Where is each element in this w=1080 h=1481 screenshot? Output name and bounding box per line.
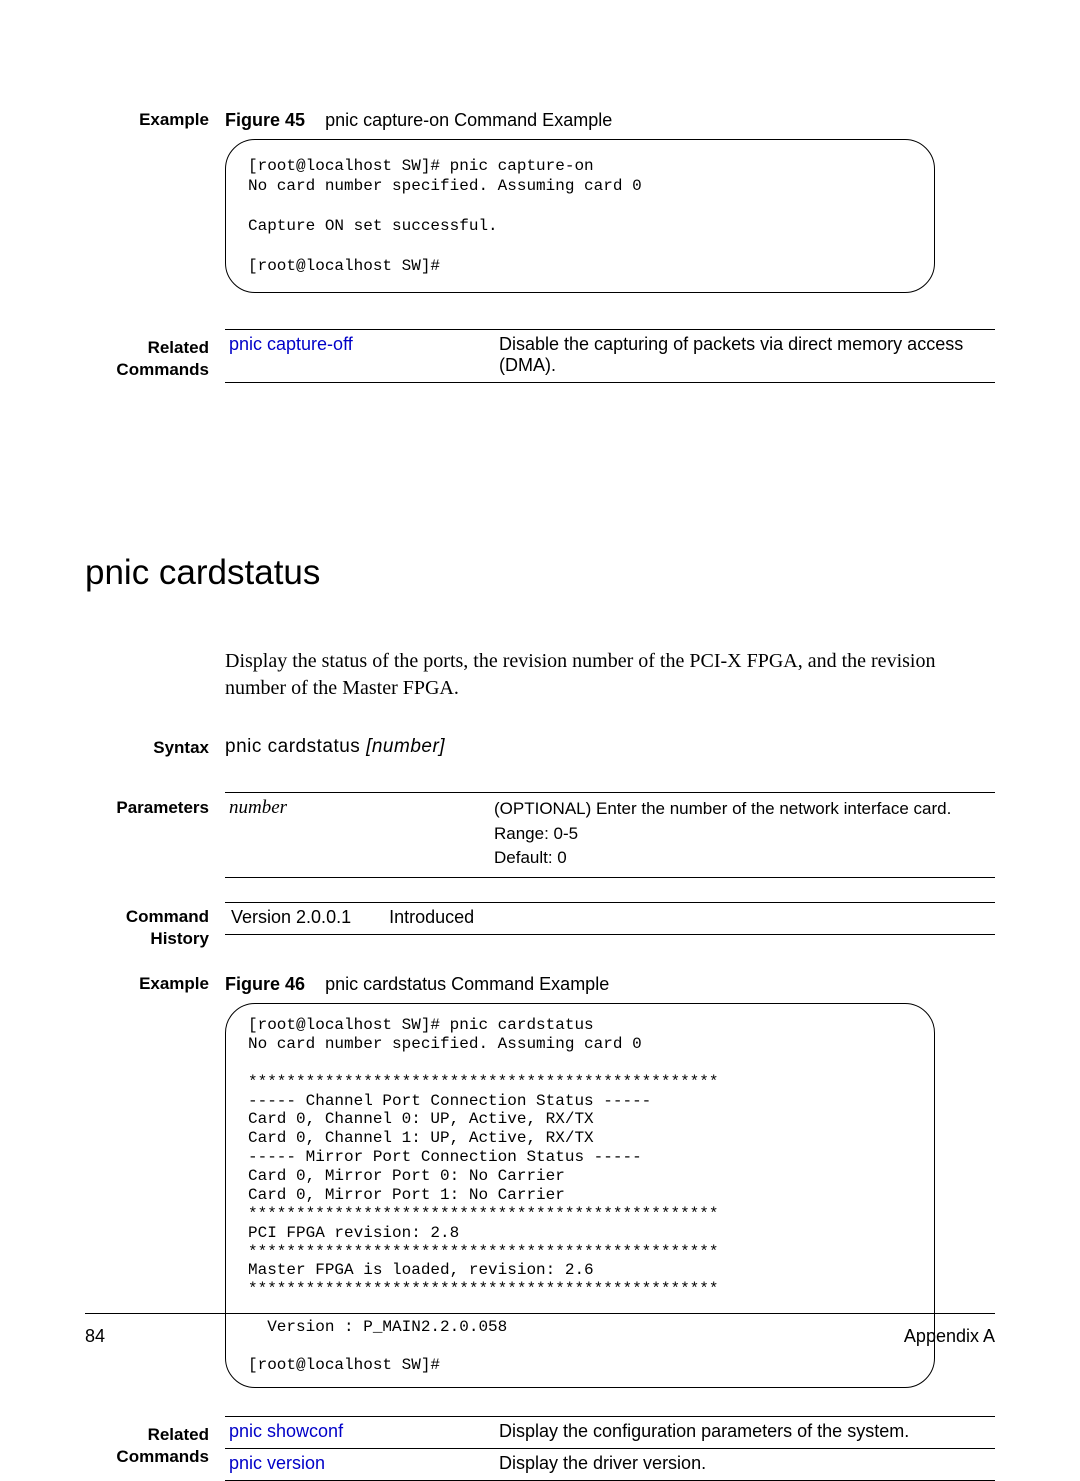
link-pnic-capture-off[interactable]: pnic capture-off [229,334,499,376]
related2-label-line2: Commands [85,1446,209,1468]
parameters-row: Parameters number (OPTIONAL) Enter the n… [85,792,995,878]
history-row: Version 2.0.0.1 Introduced [225,903,995,934]
figure46-title: Figure 46 pnic cardstatus Command Exampl… [225,974,995,995]
related-cmd-row: pnic showconf Display the configuration … [225,1417,995,1448]
example1-section: Example Figure 45 pnic capture-on Comman… [85,110,995,293]
parameter-name: number [229,797,494,871]
page-number: 84 [85,1326,105,1347]
related-cmd-row: pnic version Display the driver version. [225,1449,995,1480]
figure45-title: Figure 45 pnic capture-on Command Exampl… [225,110,995,131]
related-cmd-desc: Display the driver version. [499,1453,995,1474]
related-commands-1: Related Commands pnic capture-off Disabl… [85,329,995,383]
section-description: Display the status of the ports, the rev… [225,648,995,702]
history-version: Version 2.0.0.1 [231,907,351,928]
related1-label-line1: Related [85,337,209,359]
terminal-output-1: [root@localhost SW]# pnic capture-on No … [225,139,935,293]
syntax-label: Syntax [85,736,225,758]
section-description-row: Display the status of the ports, the rev… [85,648,995,702]
related-commands-2: Related Commands pnic showconf Display t… [85,1416,995,1481]
link-pnic-version[interactable]: pnic version [229,1453,499,1474]
page-footer: 84 Appendix A [85,1313,995,1347]
related-cmd-desc: Display the configuration parameters of … [499,1421,995,1442]
related-cmd-desc: Disable the capturing of packets via dir… [499,334,995,376]
parameter-row: number (OPTIONAL) Enter the number of th… [225,793,995,877]
related-cmd-row: pnic capture-off Disable the capturing o… [225,330,995,382]
parameter-desc: (OPTIONAL) Enter the number of the netwo… [494,797,991,871]
related1-label-line2: Commands [85,359,209,381]
history-label-line1: Command [85,906,209,928]
example1-label: Example [85,110,225,130]
link-pnic-showconf[interactable]: pnic showconf [229,1421,499,1442]
syntax-text: pnic cardstatus [number] [225,736,995,758]
history-note: Introduced [389,907,474,928]
related2-label-line1: Related [85,1424,209,1446]
parameters-label: Parameters [85,792,225,818]
command-history-row: Command History Version 2.0.0.1 Introduc… [85,902,995,950]
command-heading: pnic cardstatus [85,553,995,593]
history-label-line2: History [85,928,209,950]
example2-label: Example [85,974,225,994]
syntax-row: Syntax pnic cardstatus [number] [85,736,995,758]
appendix-label: Appendix A [904,1326,995,1347]
